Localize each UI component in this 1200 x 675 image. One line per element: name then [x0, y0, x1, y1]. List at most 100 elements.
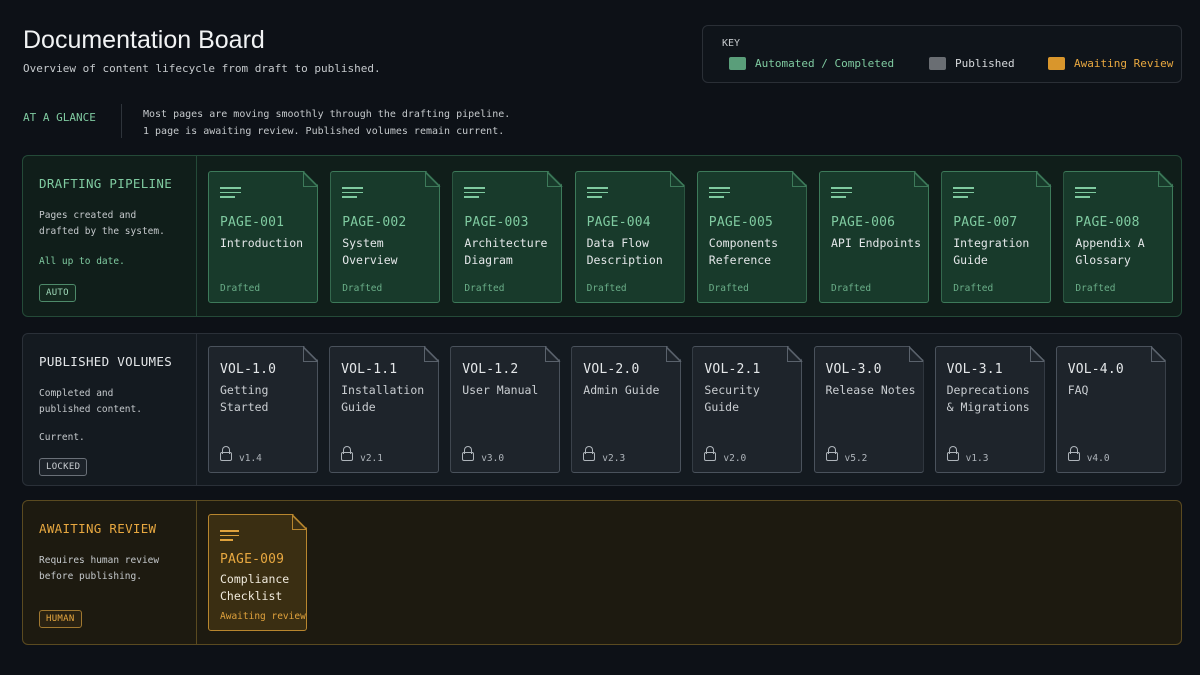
published-volume-card[interactable]: VOL-3.0 Release Notes v5.2: [814, 346, 924, 473]
page-fold: [1030, 346, 1045, 361]
document-lines-icon: [953, 187, 974, 201]
lock-icon: [583, 446, 595, 461]
card-status: Drafted: [708, 283, 749, 294]
page-fold: [1036, 171, 1051, 186]
published-volume-card[interactable]: VOL-1.1 Installation Guide v2.1: [329, 346, 439, 473]
published-volume-card[interactable]: VOL-1.0 Getting Started v1.4: [208, 346, 318, 473]
published-volume-card[interactable]: VOL-3.1 Deprecations & Migrations v1.3: [935, 346, 1045, 473]
card-name: Security Guide: [704, 383, 760, 414]
card-name: Components Reference: [708, 236, 779, 267]
published-volume-card[interactable]: VOL-4.0 FAQ v4.0: [1056, 346, 1166, 473]
document-lines-icon: [831, 187, 852, 201]
card-name: Architecture Diagram: [464, 236, 548, 267]
page-fold: [425, 171, 440, 186]
card-name: Installation Guide: [341, 383, 425, 414]
lock-icon: [341, 446, 353, 461]
published-volume-card[interactable]: VOL-2.1 Security Guide v2.0: [692, 346, 802, 473]
card-id: PAGE-006: [831, 215, 896, 230]
draft-page-card[interactable]: PAGE-003 Architecture Diagram Drafted: [452, 171, 562, 303]
legend-swatch-green: [729, 57, 746, 70]
glance-divider: [121, 104, 122, 138]
legend-item-review: Awaiting Review: [1048, 57, 1173, 70]
card-name: FAQ: [1067, 383, 1089, 397]
card-id: VOL-1.2: [462, 362, 519, 377]
lock-icon: [704, 446, 716, 461]
page-fold: [303, 346, 318, 361]
card-id: PAGE-003: [464, 215, 529, 230]
card-id: VOL-3.1: [946, 362, 1003, 377]
document-lines-icon: [709, 187, 730, 201]
legend-swatch-gray: [929, 57, 946, 70]
section-title: PUBLISHED VOLUMES: [39, 354, 173, 369]
document-lines-icon: [1075, 187, 1096, 201]
page-fold: [303, 171, 318, 186]
published-volume-card[interactable]: VOL-1.2 User Manual v3.0: [450, 346, 560, 473]
card-status: Drafted: [586, 283, 627, 294]
document-lines-icon: [220, 530, 239, 544]
lock-icon: [220, 446, 232, 461]
card-name: Data Flow Description: [586, 236, 663, 267]
draft-page-card[interactable]: PAGE-002 System Overview Drafted: [330, 171, 440, 303]
legend-title: KEY: [722, 38, 741, 49]
card-name: Integration Guide: [953, 236, 1030, 267]
glance-label: AT A GLANCE: [23, 111, 96, 124]
awaiting-review-section: AWAITING REVIEW Requires human review be…: [22, 500, 1182, 645]
published-volume-card[interactable]: VOL-2.0 Admin Guide v2.3: [571, 346, 681, 473]
draft-page-card[interactable]: PAGE-008 Appendix A Glossary Drafted: [1063, 171, 1173, 303]
lock-icon: [826, 446, 838, 461]
page-subtitle: Overview of content lifecycle from draft…: [23, 62, 381, 75]
card-name: Deprecations & Migrations: [946, 383, 1030, 414]
section-title: DRAFTING PIPELINE: [39, 176, 173, 191]
section-title: AWAITING REVIEW: [39, 521, 157, 536]
page-fold: [545, 346, 560, 361]
card-id: PAGE-009: [220, 552, 285, 567]
card-id: PAGE-007: [953, 215, 1018, 230]
draft-page-card[interactable]: PAGE-005 Components Reference Drafted: [697, 171, 807, 303]
draft-page-card[interactable]: PAGE-004 Data Flow Description Drafted: [575, 171, 685, 303]
card-id: PAGE-004: [586, 215, 651, 230]
legend-item-automated: Automated / Completed: [729, 57, 894, 70]
section-note: All up to date.: [39, 256, 125, 267]
page-fold: [909, 346, 924, 361]
legend-label: Awaiting Review: [1074, 57, 1174, 70]
card-name: Introduction: [220, 236, 304, 250]
section-info: AWAITING REVIEW Requires human review be…: [23, 501, 197, 644]
card-version: v5.2: [844, 453, 868, 464]
card-status: Drafted: [464, 283, 505, 294]
glance-line: Most pages are moving smoothly through t…: [143, 109, 511, 120]
section-note: Current.: [39, 432, 85, 443]
card-id: VOL-1.1: [341, 362, 398, 377]
status-badge: LOCKED: [39, 458, 88, 476]
review-card[interactable]: PAGE-009 Compliance Checklist Awaiting r…: [208, 514, 307, 631]
card-version: v1.4: [239, 453, 262, 464]
card-name: Appendix A Glossary: [1075, 236, 1145, 267]
glance-line: 1 page is awaiting review. Published vol…: [143, 125, 505, 137]
section-description: Requires human review before publishing.: [39, 555, 160, 582]
card-id: PAGE-001: [220, 215, 285, 230]
legend-swatch-amber: [1048, 57, 1065, 70]
card-status: Drafted: [831, 283, 872, 294]
section-info: DRAFTING PIPELINE Pages created and draf…: [23, 156, 197, 316]
legend-item-published: Published: [929, 57, 1015, 70]
draft-page-card[interactable]: PAGE-007 Integration Guide Drafted: [941, 171, 1051, 303]
card-name: Admin Guide: [583, 383, 660, 397]
card-id: VOL-2.1: [704, 362, 761, 377]
page-title: Documentation Board: [23, 26, 265, 54]
section-info: PUBLISHED VOLUMES Completed and publishe…: [23, 334, 197, 485]
card-status: Drafted: [953, 283, 994, 294]
section-description: Pages created and drafted by the system.: [39, 210, 165, 237]
legend-label: Automated / Completed: [755, 57, 895, 70]
legend-label: Published: [955, 57, 1015, 70]
card-id: PAGE-008: [1075, 215, 1140, 230]
document-lines-icon: [464, 187, 485, 201]
page-fold: [424, 346, 439, 361]
page-fold: [547, 171, 562, 186]
lock-icon: [1068, 446, 1080, 461]
status-badge: HUMAN: [39, 610, 82, 628]
page-fold: [292, 514, 307, 529]
page-fold: [914, 171, 929, 186]
draft-page-card[interactable]: PAGE-006 API Endpoints Drafted: [819, 171, 929, 303]
draft-page-card[interactable]: PAGE-001 Introduction Drafted: [208, 171, 318, 303]
card-id: PAGE-002: [342, 215, 407, 230]
card-id: VOL-1.0: [220, 362, 277, 377]
